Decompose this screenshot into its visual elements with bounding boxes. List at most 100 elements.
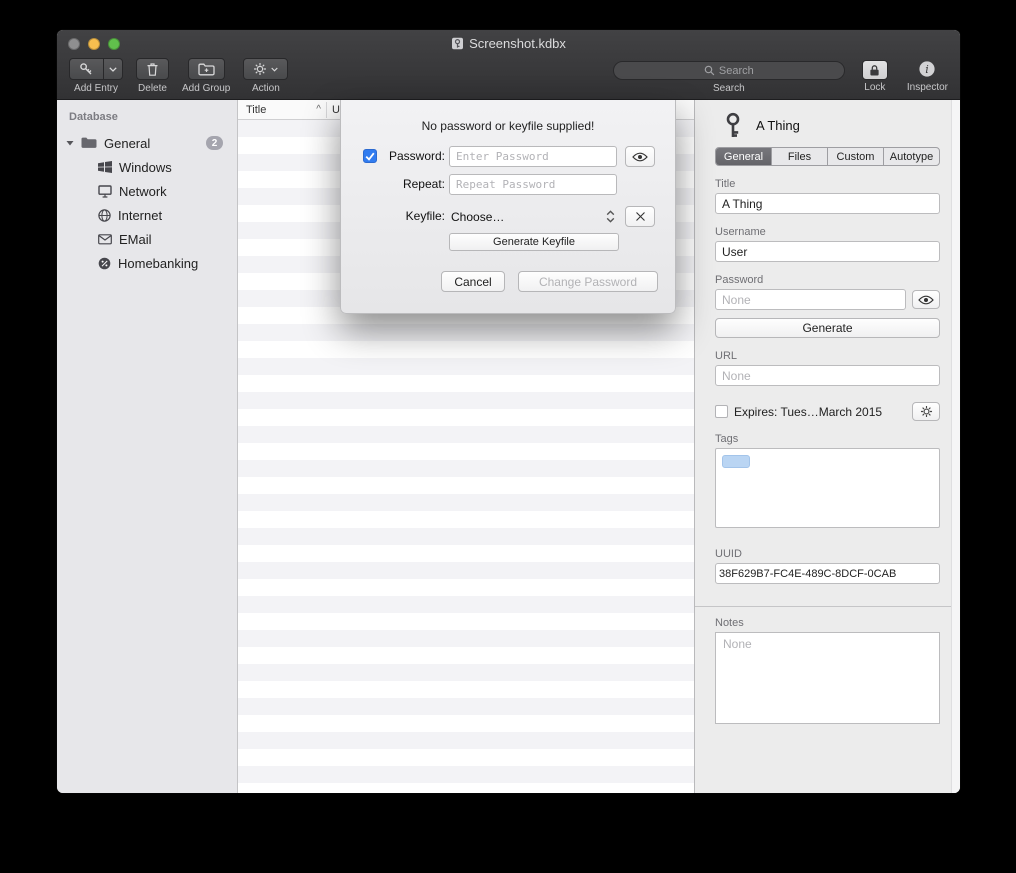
lock-icon (869, 64, 880, 77)
expires-settings-button[interactable] (912, 402, 940, 421)
eye-icon (632, 152, 648, 162)
dialog-password-input[interactable] (449, 146, 617, 167)
scrollbar[interactable] (951, 100, 960, 793)
sidebar-item-email[interactable]: EMail (57, 227, 237, 251)
password-dialog: No password or keyfile supplied! Passwor… (340, 100, 676, 314)
keyfile-popup-value: Choose… (451, 210, 504, 224)
delete-label: Delete (138, 83, 167, 94)
close-button[interactable] (68, 38, 80, 50)
dialog-reveal-password-button[interactable] (625, 146, 655, 167)
inspector-panel: A Thing General Files Custom Autotype Ti… (695, 100, 960, 793)
globe-icon (98, 209, 111, 222)
generate-password-button[interactable]: Generate (715, 318, 940, 338)
title-field[interactable] (715, 193, 940, 214)
gear-icon (253, 62, 267, 76)
gear-icon (920, 405, 933, 418)
minimize-button[interactable] (88, 38, 100, 50)
search-icon (704, 65, 715, 76)
sidebar-item-internet[interactable]: Internet (57, 203, 237, 227)
entry-title: A Thing (756, 118, 800, 133)
sidebar-item-homebanking[interactable]: Homebanking (57, 251, 237, 275)
search-label: Search (713, 83, 745, 94)
close-icon (635, 211, 646, 222)
disclosure-triangle-icon[interactable] (65, 140, 74, 146)
tab-autotype[interactable]: Autotype (883, 148, 939, 165)
keyfile-popup[interactable]: Choose… (449, 206, 617, 227)
notes-placeholder: None (723, 637, 752, 651)
inspector-tabs: General Files Custom Autotype (715, 147, 940, 166)
dialog-message: No password or keyfile supplied! (341, 119, 675, 133)
add-entry-button[interactable] (69, 58, 104, 80)
notes-field[interactable]: None (715, 632, 940, 724)
password-field-label: Password (715, 274, 940, 286)
tab-files[interactable]: Files (771, 148, 827, 165)
dialog-repeat-input[interactable] (449, 174, 617, 195)
add-group-label: Add Group (182, 83, 230, 94)
sidebar-item-network[interactable]: Network (57, 179, 237, 203)
sidebar-item-label: Internet (118, 208, 162, 223)
column-header-title[interactable]: Title ^ (238, 104, 326, 116)
username-field[interactable] (715, 241, 940, 262)
sidebar-item-label: General (104, 136, 150, 151)
action-button[interactable] (243, 58, 288, 80)
title-field-label: Title (715, 178, 940, 190)
sidebar-header: Database (57, 108, 237, 131)
expires-checkbox[interactable] (715, 405, 728, 418)
add-group-toolbar-item: Add Group (182, 58, 230, 94)
inspector-label: Inspector (907, 82, 948, 93)
sort-indicator: ^ (316, 104, 321, 115)
uuid-field[interactable] (715, 563, 940, 584)
eye-icon (918, 295, 934, 305)
uuid-label: UUID (715, 548, 940, 560)
action-toolbar-item: Action (243, 58, 288, 94)
url-field[interactable] (715, 365, 940, 386)
zoom-button[interactable] (108, 38, 120, 50)
document-icon (451, 37, 464, 50)
key-icon (722, 112, 744, 139)
delete-toolbar-item: Delete (136, 58, 169, 94)
tags-box[interactable] (715, 448, 940, 528)
cancel-button[interactable]: Cancel (441, 271, 505, 292)
expires-label: Expires: Tues…March 2015 (734, 405, 882, 419)
tab-general[interactable]: General (716, 148, 771, 165)
column-header-username[interactable]: U (327, 104, 340, 116)
app-window: Screenshot.kdbx Add Entry D (57, 30, 960, 793)
group-count-badge: 2 (206, 136, 223, 150)
sidebar: Database General 2 Windows Network Inter… (57, 100, 238, 793)
username-field-label: Username (715, 226, 940, 238)
tags-label: Tags (715, 433, 940, 445)
password-field[interactable] (715, 289, 906, 310)
add-entry-label: Add Entry (74, 83, 118, 94)
key-plus-icon (79, 62, 94, 77)
reveal-password-button[interactable] (912, 290, 940, 309)
search-input[interactable]: Search (613, 61, 845, 80)
trash-icon (146, 62, 159, 77)
generate-keyfile-button[interactable]: Generate Keyfile (449, 233, 619, 251)
delete-button[interactable] (136, 58, 169, 80)
notes-label: Notes (715, 617, 940, 629)
tab-custom[interactable]: Custom (827, 148, 883, 165)
column-title-label: Title (246, 104, 266, 116)
add-group-button[interactable] (188, 58, 225, 80)
inspector-header: A Thing (695, 100, 960, 147)
inspector-button[interactable]: i (918, 60, 936, 80)
windows-icon (98, 161, 112, 173)
window-title-text: Screenshot.kdbx (469, 36, 566, 51)
section-divider (695, 606, 960, 607)
dialog-repeat-label: Repeat: (371, 174, 445, 195)
display-icon (98, 185, 112, 198)
sidebar-item-general[interactable]: General 2 (57, 131, 237, 155)
add-entry-dropdown[interactable] (104, 58, 123, 80)
titlebar[interactable]: Screenshot.kdbx (57, 30, 960, 57)
sidebar-item-windows[interactable]: Windows (57, 155, 237, 179)
tag-chip[interactable] (722, 455, 750, 468)
coin-icon (98, 257, 111, 270)
chevron-down-icon (109, 67, 117, 72)
url-field-label: URL (715, 350, 940, 362)
sidebar-item-label: Network (119, 184, 167, 199)
clear-keyfile-button[interactable] (625, 206, 655, 227)
lock-button[interactable] (862, 60, 888, 80)
change-password-button[interactable]: Change Password (518, 271, 658, 292)
search-toolbar-item: Search Search (613, 61, 845, 94)
traffic-lights (68, 38, 120, 50)
